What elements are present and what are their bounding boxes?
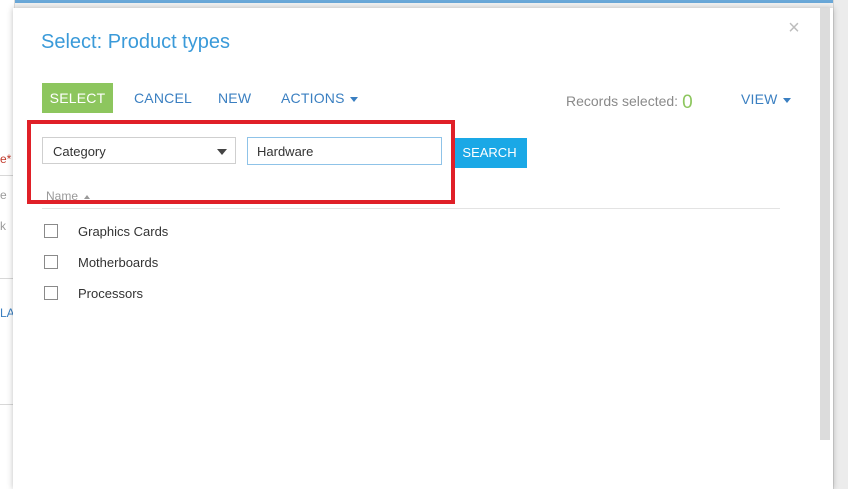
chevron-down-icon	[349, 96, 358, 102]
chevron-down-icon	[782, 97, 791, 103]
list-item[interactable]: Graphics Cards	[42, 222, 542, 246]
sort-ascending-icon	[84, 194, 91, 199]
new-button[interactable]: NEW	[218, 83, 251, 113]
name-column-header-label: Name	[46, 189, 79, 203]
header-divider	[42, 208, 780, 209]
actions-label: ACTIONS	[281, 90, 345, 106]
background-right-panel	[833, 0, 848, 489]
select-product-types-dialog: Select: Product types × SELECT CANCEL NE…	[13, 8, 833, 489]
records-selected: Records selected: 0	[566, 92, 693, 114]
row-checkbox[interactable]	[44, 224, 58, 238]
view-menu-button[interactable]: VIEW	[741, 84, 791, 114]
list-item-label: Graphics Cards	[78, 224, 169, 239]
background-divider	[0, 278, 14, 279]
background-label-fragment: e	[0, 188, 7, 202]
search-input[interactable]	[247, 137, 442, 165]
filter-column-value: Category	[53, 144, 106, 159]
dialog-scrollbar[interactable]	[820, 8, 830, 440]
dropdown-arrow-icon	[217, 149, 227, 155]
background-divider	[0, 175, 14, 176]
search-button[interactable]: SEARCH	[452, 138, 527, 168]
records-selected-label: Records selected:	[566, 93, 679, 109]
list-item[interactable]: Processors	[42, 284, 542, 308]
name-column-header[interactable]: Name	[46, 189, 91, 203]
list-item-label: Processors	[78, 286, 144, 301]
records-selected-count: 0	[682, 92, 693, 113]
list-item[interactable]: Motherboards	[42, 253, 542, 277]
list-item-label: Motherboards	[78, 255, 159, 270]
actions-menu-button[interactable]: ACTIONS	[281, 83, 358, 113]
background-top-accent	[0, 0, 848, 3]
view-label: VIEW	[741, 91, 778, 107]
row-checkbox[interactable]	[44, 255, 58, 269]
background-label-fragment: k	[0, 219, 6, 233]
background-required-label-fragment: e*	[0, 152, 12, 166]
cancel-button[interactable]: CANCEL	[134, 83, 192, 113]
close-icon[interactable]: ×	[786, 18, 802, 38]
background-divider	[0, 404, 14, 405]
dialog-title: Select: Product types	[41, 31, 230, 53]
filter-column-select[interactable]: Category	[42, 137, 236, 164]
select-button[interactable]: SELECT	[42, 83, 113, 113]
row-checkbox[interactable]	[44, 286, 58, 300]
